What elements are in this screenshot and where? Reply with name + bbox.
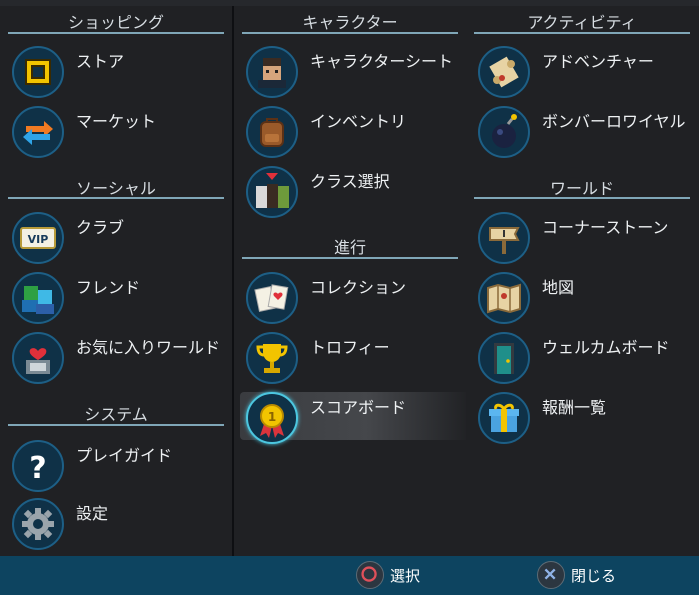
gear-icon — [12, 498, 64, 550]
menu-column-right: アクティビティ アドベンチャー ボンバーロワイヤル ワールド コーナーストーン … — [466, 6, 699, 556]
svg-text:VIP: VIP — [28, 233, 49, 246]
menu-column-left: ショッピング ストア マーケット ソーシャル VIP クラブ フレンド お気に入… — [0, 6, 232, 556]
menu-item-settings[interactable]: 設定 — [12, 498, 224, 556]
section-divider — [242, 32, 458, 34]
menu-item-welcome-board[interactable]: ウェルカムボード — [478, 332, 690, 390]
gift-icon — [478, 392, 530, 444]
menu-item-collection[interactable]: コレクション — [246, 272, 458, 330]
section-divider — [474, 32, 690, 34]
section-title-world: ワールド — [549, 179, 614, 198]
menu-item-label: フレンド — [76, 278, 141, 297]
menu-item-class-select[interactable]: クラス選択 — [246, 166, 458, 224]
section-title-shopping: ショッピング — [67, 13, 164, 32]
menu-item-bomber-royale[interactable]: ボンバーロワイヤル — [478, 106, 690, 164]
menu-item-inventory[interactable]: インベントリ — [246, 106, 458, 164]
menu-item-label: ボンバーロワイヤル — [542, 112, 686, 131]
menu-item-label: 地図 — [542, 278, 575, 297]
section-divider — [8, 32, 224, 34]
medal-icon: 1 — [246, 392, 298, 444]
menu-item-label: 報酬一覧 — [542, 398, 607, 417]
menu-item-label: コーナーストーン — [542, 218, 669, 237]
menu-item-play-guide[interactable]: ? プレイガイド — [12, 440, 224, 498]
svg-text:1: 1 — [268, 410, 276, 424]
menu-item-trophy[interactable]: トロフィー — [246, 332, 458, 390]
menu-item-scoreboard[interactable]: 1 スコアボード — [240, 392, 470, 450]
door-icon — [478, 332, 530, 384]
section-divider — [8, 197, 224, 199]
circle-button-icon — [356, 561, 384, 589]
menu-item-friends[interactable]: フレンド — [12, 272, 224, 330]
friends-icon — [12, 272, 64, 324]
market-icon — [12, 106, 64, 158]
menu-item-label: インベントリ — [310, 112, 407, 131]
section-title-system: システム — [84, 405, 148, 424]
trophy-icon — [246, 332, 298, 384]
section-title-character: キャラクター — [302, 13, 398, 32]
character-sheet-icon — [246, 46, 298, 98]
scroll-icon — [478, 46, 530, 98]
section-title-social: ソーシャル — [76, 179, 156, 198]
section-divider — [474, 197, 690, 199]
menu-item-label: ウェルカムボード — [542, 338, 670, 357]
menu-item-label: 設定 — [76, 504, 109, 523]
store-icon — [12, 46, 64, 98]
menu-item-label: クラブ — [76, 218, 125, 237]
section-title-activity: アクティビティ — [527, 13, 637, 32]
menu-item-favorite-worlds[interactable]: お気に入りワールド — [12, 332, 224, 390]
section-divider — [8, 424, 224, 426]
menu-item-rewards-list[interactable]: 報酬一覧 — [478, 392, 690, 450]
menu-item-label: ストア — [76, 52, 125, 71]
menu-item-label: プレイガイド — [76, 446, 173, 465]
menu-column-center: キャラクター キャラクターシート インベントリ クラス選択 進行 コレクション … — [234, 6, 470, 556]
menu-item-label: キャラクターシート — [310, 52, 454, 71]
map-icon — [478, 272, 530, 324]
menu-item-label: スコアボード — [310, 398, 407, 417]
bomb-icon — [478, 106, 530, 158]
class-select-icon — [246, 166, 298, 218]
menu-item-cornerstone[interactable]: コーナーストーン — [478, 212, 690, 270]
cornerstone-sign-icon — [478, 212, 530, 264]
cross-button-icon — [537, 561, 565, 589]
backpack-icon — [246, 106, 298, 158]
favorite-worlds-icon — [12, 332, 64, 384]
menu-item-label: コレクション — [310, 278, 407, 297]
close-label: 閉じる — [571, 567, 617, 585]
question-icon: ? — [12, 440, 64, 492]
section-title-progress: 進行 — [333, 238, 366, 257]
menu-item-map[interactable]: 地図 — [478, 272, 690, 330]
menu-item-label: クラス選択 — [310, 172, 390, 191]
select-label: 選択 — [390, 567, 421, 585]
vip-club-icon: VIP — [12, 212, 64, 264]
menu-item-label: トロフィー — [310, 338, 390, 357]
menu-item-label: お気に入りワールド — [76, 338, 221, 357]
menu-item-label: マーケット — [76, 112, 157, 131]
menu-item-label: アドベンチャー — [542, 52, 654, 71]
footer-bar: 選択 閉じる — [0, 556, 699, 595]
menu-item-store[interactable]: ストア — [12, 46, 224, 104]
cards-icon — [246, 272, 298, 324]
menu-item-club[interactable]: VIP クラブ — [12, 212, 224, 270]
menu-item-adventure[interactable]: アドベンチャー — [478, 46, 690, 104]
section-divider — [242, 257, 458, 259]
svg-text:?: ? — [29, 451, 46, 486]
menu-item-market[interactable]: マーケット — [12, 106, 224, 164]
menu-item-character-sheet[interactable]: キャラクターシート — [246, 46, 458, 104]
